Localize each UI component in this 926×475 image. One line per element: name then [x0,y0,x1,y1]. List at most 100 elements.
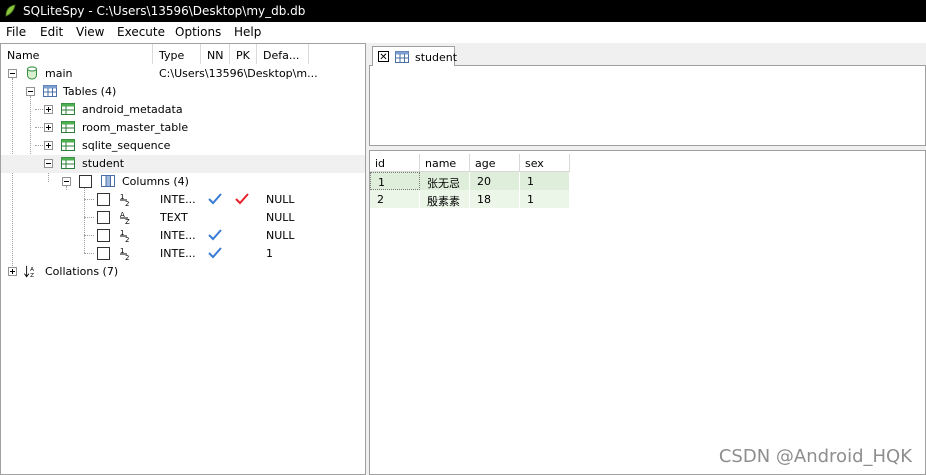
menu-execute[interactable]: Execute [117,25,165,39]
expand-icon[interactable] [44,123,53,132]
table-icon [61,103,75,115]
expand-icon[interactable] [44,105,53,114]
menu-edit[interactable]: Edit [40,25,63,39]
grid-cell[interactable]: 2 [370,190,420,208]
close-tab-icon[interactable]: ✕ [378,51,389,63]
tree-node-column[interactable]: A Z TEXT NULL [1,209,365,227]
table-name: android_metadata [82,103,183,116]
table-icon [395,51,409,63]
column-default: NULL [266,193,295,206]
column-checkbox[interactable] [97,229,110,242]
title-bar: SQLiteSpy - C:\Users\13596\Desktop\my_db… [0,0,926,22]
collapse-icon[interactable] [62,177,71,186]
expand-icon[interactable] [8,267,17,276]
column-header-name[interactable]: Name [1,44,153,64]
menu-options[interactable]: Options [175,25,221,39]
text-type-icon: A Z [120,211,130,225]
tree-node-columns[interactable]: Columns (4) [1,173,365,191]
database-name: main [45,67,73,80]
tree-node-column[interactable]: 1 2 INTE... NULL [1,227,365,245]
column-default: 1 [266,247,273,260]
collations-label: Collations (7) [45,265,119,278]
not-null-check-icon [208,229,222,241]
table-icon [61,157,75,169]
column-checkbox[interactable] [97,247,110,260]
column-header-pk[interactable]: PK [230,44,257,64]
tree-node-table-selected[interactable]: student [1,155,365,173]
columns-label: Columns (4) [122,175,189,188]
watermark: CSDN @Android_HQK [718,446,912,467]
grid-header-name[interactable]: name [420,154,470,172]
collapse-icon[interactable] [44,159,53,168]
tree-node-main[interactable]: main C:\Users\13596\Desktop\m... [1,65,365,83]
menu-view[interactable]: View [76,25,104,39]
not-null-check-icon [208,247,222,259]
menu-help[interactable]: Help [234,25,261,39]
collapse-icon[interactable] [8,69,17,78]
column-type: INTE... [160,193,196,206]
integer-type-icon: 1 2 [120,193,129,207]
tree-node-column[interactable]: 1 2 INTE... NULL [1,191,365,209]
collapse-icon[interactable] [26,87,35,96]
table-name: room_master_table [82,121,189,134]
grid-cell[interactable]: 20 [470,172,520,190]
tree-node-collations[interactable]: A Z Collations (7) [1,263,365,281]
column-header-type[interactable]: Type [153,44,201,64]
sort-az-icon: A Z [24,265,34,279]
menu-file[interactable]: File [6,25,26,39]
menu-bar: File Edit View Execute Options Help [0,22,926,42]
columns-checkbox[interactable] [79,175,92,188]
grid-cell[interactable]: 殷素素 [420,190,470,208]
results-grid[interactable]: id name age sex 1 张无忌 20 1 2 殷素素 18 1 [369,150,926,475]
integer-type-icon: 1 2 [120,247,129,261]
tables-folder-icon [43,85,57,97]
app-icon [5,4,16,17]
tables-label: Tables (4) [63,85,117,98]
column-checkbox[interactable] [97,211,110,224]
column-checkbox[interactable] [97,193,110,206]
columns-icon [101,175,115,187]
schema-tree[interactable]: Name Type NN PK Defa... main C:\Users\13… [0,43,366,475]
not-null-check-icon [208,193,222,205]
table-name: sqlite_sequence [82,139,171,152]
window-title: SQLiteSpy - C:\Users\13596\Desktop\my_db… [23,4,306,18]
grid-cell[interactable]: 1 [370,172,420,190]
svg-text:A: A [30,267,34,273]
column-header-nn[interactable]: NN [201,44,230,64]
table-icon [61,139,75,151]
svg-text:Z: Z [30,273,34,279]
grid-cell[interactable]: 张无忌 [420,172,470,190]
column-header-default[interactable]: Defa... [257,44,309,64]
tab-label: student [415,51,458,64]
column-type: TEXT [160,211,188,224]
table-name: student [82,157,125,170]
column-type: INTE... [160,247,196,260]
database-path: C:\Users\13596\Desktop\m... [159,67,318,80]
sql-editor[interactable] [369,66,926,146]
grid-cell[interactable]: 1 [520,190,570,208]
tree-node-column[interactable]: 1 2 INTE... 1 [1,245,365,263]
expand-icon[interactable] [44,141,53,150]
sql-workspace: ✕ student id name age sex 1 张无忌 20 1 2 殷… [369,43,926,475]
grid-header-age[interactable]: age [470,154,520,172]
tab-strip: ✕ student [369,43,926,66]
tree-node-table[interactable]: room_master_table [1,119,365,137]
tree-node-table[interactable]: sqlite_sequence [1,137,365,155]
svg-text:2: 2 [125,254,129,261]
column-type: INTE... [160,229,196,242]
tab-student[interactable]: ✕ student [372,46,458,66]
tree-node-tables[interactable]: Tables (4) [1,83,365,101]
database-icon [27,66,37,80]
column-default: NULL [266,211,295,224]
grid-cell[interactable]: 18 [470,190,520,208]
svg-text:2: 2 [125,200,129,207]
svg-text:2: 2 [125,236,129,243]
tree-node-table[interactable]: android_metadata [1,101,365,119]
primary-key-check-icon [235,193,249,205]
grid-cell[interactable]: 1 [520,172,570,190]
column-default: NULL [266,229,295,242]
svg-text:Z: Z [125,218,130,225]
grid-header-id[interactable]: id [370,154,420,172]
table-icon [61,121,75,133]
grid-header-sex[interactable]: sex [520,154,570,172]
